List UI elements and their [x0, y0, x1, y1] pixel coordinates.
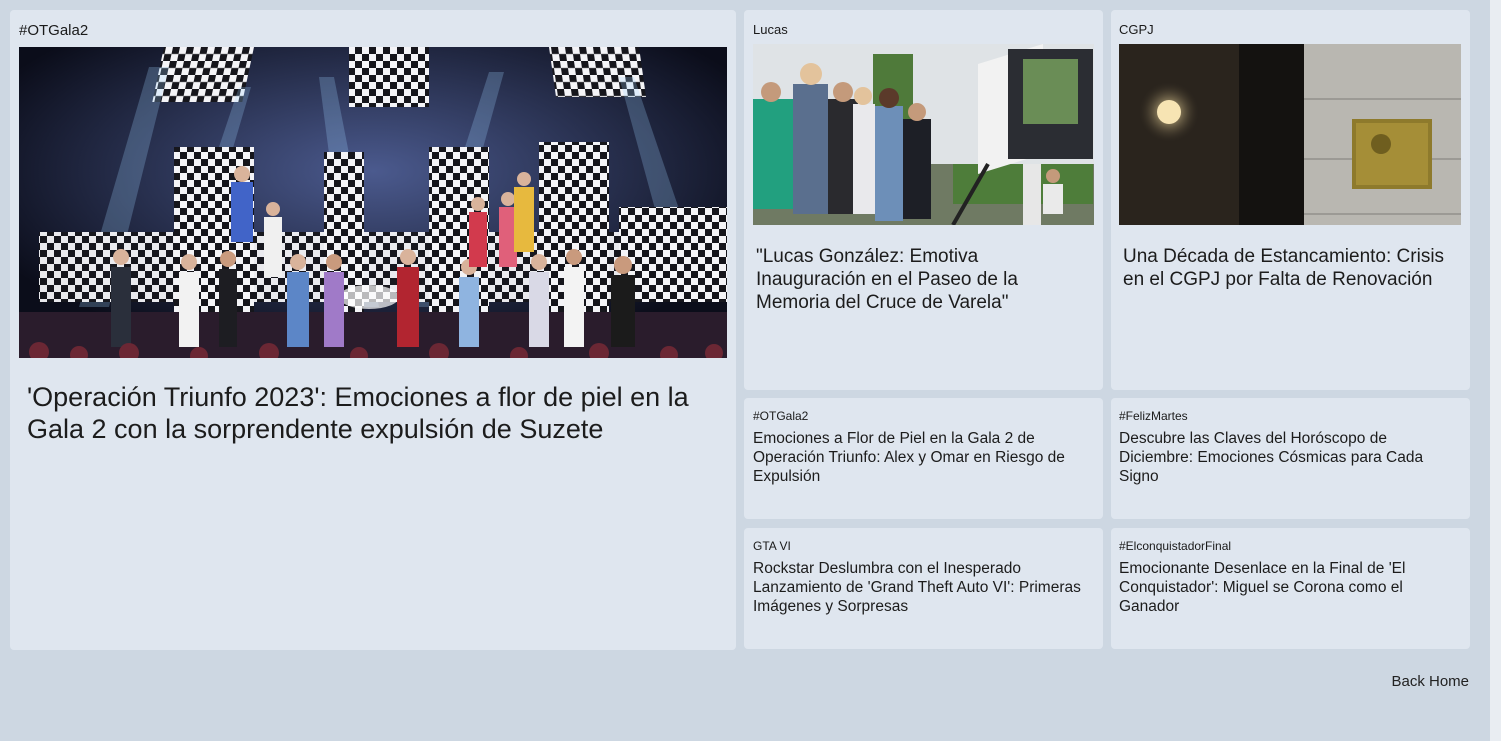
scrollbar[interactable]	[1490, 0, 1501, 741]
card-tag[interactable]: #FelizMartes	[1119, 409, 1188, 423]
card-title[interactable]: Descubre las Claves del Horóscopo de Dic…	[1119, 429, 1459, 486]
back-home-link[interactable]: Back Home	[1391, 673, 1469, 690]
news-card-small[interactable]: #OTGala2 Emociones a Flor de Piel en la …	[744, 398, 1103, 519]
card-title[interactable]: "Lucas González: Emotiva Inauguración en…	[756, 246, 1086, 314]
card-tag[interactable]: #ElconquistadorFinal	[1119, 539, 1231, 553]
news-card-lucas[interactable]: Lucas "Lucas González: Emotiva Inaugurac…	[744, 10, 1103, 390]
card-title[interactable]: Emocionante Desenlace en la Final de 'El…	[1119, 559, 1459, 616]
news-card-small[interactable]: GTA VI Rockstar Deslumbra con el Inesper…	[744, 528, 1103, 649]
news-card-small[interactable]: #ElconquistadorFinal Emocionante Desenla…	[1111, 528, 1470, 649]
card-tag[interactable]: #OTGala2	[753, 409, 808, 423]
card-tag[interactable]: GTA VI	[753, 539, 791, 553]
featured-news-card[interactable]: #OTGala2 'Operación Triunfo 2023': Emoci…	[10, 10, 736, 650]
card-title[interactable]: Emociones a Flor de Piel en la Gala 2 de…	[753, 429, 1093, 486]
news-card-cgpj[interactable]: CGPJ Una Década de Estancamiento: Crisis…	[1111, 10, 1470, 390]
news-card-small[interactable]: #FelizMartes Descubre las Claves del Hor…	[1111, 398, 1470, 519]
featured-tag[interactable]: #OTGala2	[19, 22, 88, 39]
card-image[interactable]	[1119, 44, 1461, 225]
card-title[interactable]: Una Década de Estancamiento: Crisis en e…	[1123, 246, 1458, 292]
card-image[interactable]	[753, 44, 1094, 225]
card-title[interactable]: Rockstar Deslumbra con el Inesperado Lan…	[753, 559, 1093, 616]
featured-title[interactable]: 'Operación Triunfo 2023': Emociones a fl…	[27, 381, 717, 446]
card-tag[interactable]: CGPJ	[1119, 22, 1154, 37]
card-tag[interactable]: Lucas	[753, 22, 788, 37]
featured-image[interactable]	[19, 47, 727, 358]
